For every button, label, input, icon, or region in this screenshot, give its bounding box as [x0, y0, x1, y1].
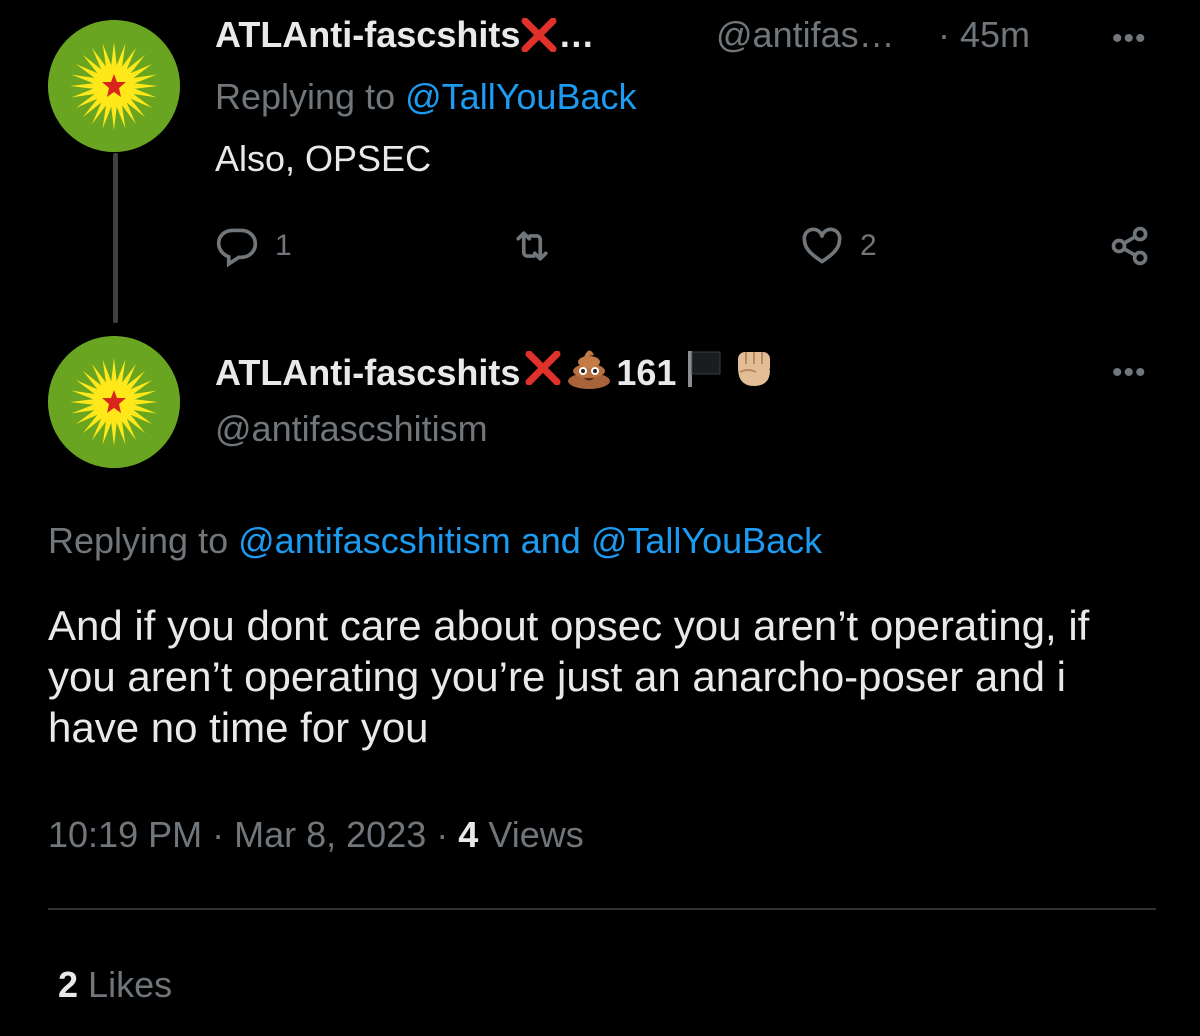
raised-fist-emoji — [730, 346, 778, 399]
share-button[interactable] — [1108, 224, 1152, 268]
tweet-time[interactable]: 10:19 PM — [48, 814, 202, 855]
main-avatar[interactable] — [48, 336, 180, 468]
retweet-icon — [510, 224, 554, 268]
red-x-emoji — [524, 350, 562, 394]
parent-name-text: ATLAnti-fascshits — [215, 14, 521, 55]
parent-tweet-text: Also, OPSEC — [215, 138, 432, 179]
main-tweet-text: And if you dont care about opsec you are… — [48, 602, 1090, 751]
meta-separator: · — [212, 814, 225, 855]
parent-replying-to: Replying to @TallYouBack — [215, 76, 636, 118]
reply-button[interactable]: 1 — [215, 224, 292, 268]
poop-emoji — [566, 347, 612, 398]
like-icon — [800, 224, 844, 268]
main-name-number: 161 — [616, 351, 677, 393]
likes-label: Likes — [88, 964, 173, 1005]
meta-separator: · — [436, 814, 449, 855]
parent-more-icon[interactable]: ••• — [1112, 24, 1147, 54]
reply-icon — [215, 224, 259, 268]
main-replying-prefix: Replying to — [48, 520, 229, 561]
likes-summary[interactable]: 2 Likes — [58, 964, 172, 1006]
tweet-meta: 10:19 PM · Mar 8, 2023 · 4 Views — [48, 814, 584, 856]
views-label: Views — [488, 814, 584, 855]
reply-count: 1 — [275, 229, 292, 262]
divider — [48, 908, 1156, 910]
share-icon — [1108, 224, 1152, 268]
parent-handle[interactable]: @antifas… — [716, 14, 895, 56]
parent-timestamp[interactable]: · 45m — [938, 14, 1030, 56]
main-name-text: ATLAnti-fascshits — [215, 351, 521, 393]
parent-name-ellipsis: … — [558, 14, 595, 55]
parent-replying-link[interactable]: @TallYouBack — [405, 76, 636, 117]
thread-line — [113, 153, 118, 323]
parent-display-name[interactable]: ATLAnti-fascshits … — [215, 14, 594, 58]
main-replying-to: Replying to @antifascshitism and @TallYo… — [48, 520, 822, 562]
main-display-name[interactable]: ATLAnti-fascshits 161 — [215, 346, 778, 399]
views-count: 4 — [458, 814, 479, 855]
like-button[interactable]: 2 — [800, 224, 877, 268]
retweet-button[interactable] — [510, 224, 570, 268]
red-x-emoji — [520, 16, 558, 58]
parent-avatar[interactable] — [48, 20, 180, 152]
likes-count: 2 — [58, 964, 79, 1005]
main-more-icon[interactable]: ••• — [1112, 358, 1147, 388]
black-flag-emoji — [680, 347, 726, 398]
main-replying-links[interactable]: @antifascshitism and @TallYouBack — [238, 520, 822, 561]
main-handle[interactable]: @antifascshitism — [215, 408, 488, 450]
like-count: 2 — [860, 229, 877, 262]
tweet-date[interactable]: Mar 8, 2023 — [234, 814, 426, 855]
parent-replying-prefix: Replying to — [215, 76, 396, 117]
